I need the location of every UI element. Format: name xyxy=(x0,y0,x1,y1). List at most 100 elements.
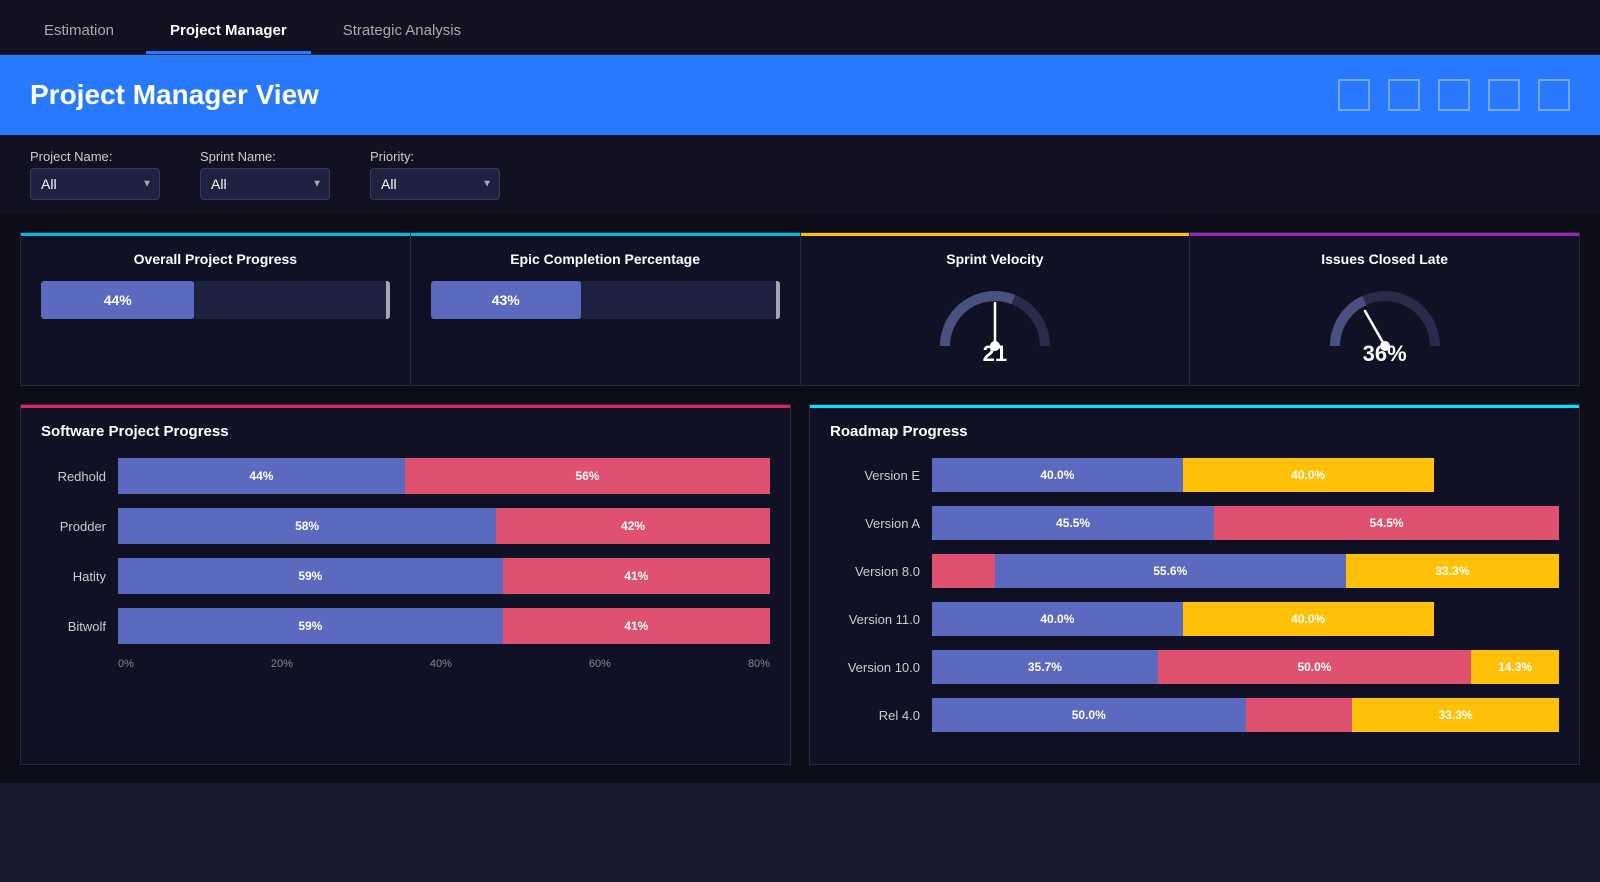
bar-seg: 45.5% xyxy=(932,506,1214,540)
table-row: Version 8.0 55.6% 33.3% xyxy=(830,554,1559,588)
x-label: 60% xyxy=(589,658,611,670)
roadmap-label: Version 10.0 xyxy=(830,660,920,675)
issues-value: 36% xyxy=(1363,341,1407,367)
priority-filter: Priority: AllOption 1Option 2 xyxy=(370,149,500,200)
kpi-issues-closed: Issues Closed Late 36% xyxy=(1190,233,1579,385)
roadmap-title: Roadmap Progress xyxy=(830,423,1559,440)
bar-seg: 40.0% xyxy=(932,458,1183,492)
tab-estimation[interactable]: Estimation xyxy=(20,10,138,54)
table-row: Version E 40.0% 40.0% xyxy=(830,458,1559,492)
velocity-gauge: 21 xyxy=(821,281,1170,367)
roadmap-bar: 50.0% 33.3% xyxy=(932,698,1559,732)
project-name-filter: Project Name: AllOption 1Option 2 xyxy=(30,149,160,200)
bar-seg: 14.3% xyxy=(1471,650,1559,684)
bar-seg: 40.0% xyxy=(932,602,1183,636)
roadmap-panel: Roadmap Progress Version E 40.0% 40.0% V… xyxy=(809,404,1580,765)
epic-progress-bar: 43% xyxy=(431,281,780,319)
priority-select[interactable]: AllOption 1Option 2 xyxy=(370,168,500,200)
software-progress-title: Software Project Progress xyxy=(41,423,770,440)
bar-seg-blue: 44% xyxy=(118,458,405,494)
table-row: Version 11.0 40.0% 40.0% xyxy=(830,602,1559,636)
roadmap-label: Version 8.0 xyxy=(830,564,920,579)
tab-project-manager[interactable]: Project Manager xyxy=(146,10,311,54)
bar-seg: 50.0% xyxy=(1158,650,1472,684)
table-row: Redhold 44% 56% xyxy=(41,458,770,494)
x-label: 80% xyxy=(748,658,770,670)
kpi-row: Overall Project Progress 44% Epic Comple… xyxy=(20,232,1580,386)
roadmap-bar: 55.6% 33.3% xyxy=(932,554,1559,588)
project-name-select[interactable]: AllOption 1Option 2 xyxy=(30,168,160,200)
software-bar-chart: Redhold 44% 56% Prodder 58% 42% Hatity xyxy=(41,458,770,670)
bar-seg-pink: 41% xyxy=(503,608,770,644)
sprint-name-select[interactable]: AllOption 1Option 2 xyxy=(200,168,330,200)
bar-label-hatity: Hatity xyxy=(41,569,106,584)
main-content: Overall Project Progress 44% Epic Comple… xyxy=(0,214,1600,783)
roadmap-label: Version 11.0 xyxy=(830,612,920,627)
bar-seg-blue: 59% xyxy=(118,558,503,594)
x-label: 20% xyxy=(271,658,293,670)
kpi-epic-title: Epic Completion Percentage xyxy=(431,251,780,267)
bar-seg xyxy=(932,554,995,588)
software-progress-panel: Software Project Progress Redhold 44% 56… xyxy=(20,404,791,765)
kpi-epic-completion: Epic Completion Percentage 43% xyxy=(411,233,801,385)
sprint-name-label: Sprint Name: xyxy=(200,149,330,164)
bar-seg xyxy=(1246,698,1353,732)
bar-seg-blue: 59% xyxy=(118,608,503,644)
overall-progress-bar: 44% xyxy=(41,281,390,319)
bar-redhold: 44% 56% xyxy=(118,458,770,494)
bar-label-prodder: Prodder xyxy=(41,519,106,534)
roadmap-label: Version A xyxy=(830,516,920,531)
table-row: Bitwolf 59% 41% xyxy=(41,608,770,644)
filters-bar: Project Name: AllOption 1Option 2 Sprint… xyxy=(0,135,1600,214)
kpi-overall-progress: Overall Project Progress 44% xyxy=(21,233,411,385)
bar-hatity: 59% 41% xyxy=(118,558,770,594)
kpi-overall-title: Overall Project Progress xyxy=(41,251,390,267)
kpi-issues-title: Issues Closed Late xyxy=(1210,251,1559,267)
banner-decoration xyxy=(1338,55,1600,135)
priority-label: Priority: xyxy=(370,149,500,164)
roadmap-bar: 40.0% 40.0% xyxy=(932,458,1559,492)
issues-gauge: 36% xyxy=(1210,281,1559,367)
sprint-name-filter: Sprint Name: AllOption 1Option 2 xyxy=(200,149,330,200)
x-label: 40% xyxy=(430,658,452,670)
table-row: Version A 45.5% 54.5% xyxy=(830,506,1559,540)
bar-label-redhold: Redhold xyxy=(41,469,106,484)
bar-seg: 55.6% xyxy=(995,554,1346,588)
table-row: Rel 4.0 50.0% 33.3% xyxy=(830,698,1559,732)
roadmap-bar: 40.0% 40.0% xyxy=(932,602,1559,636)
table-row: Prodder 58% 42% xyxy=(41,508,770,544)
kpi-velocity-title: Sprint Velocity xyxy=(821,251,1170,267)
table-row: Version 10.0 35.7% 50.0% 14.3% xyxy=(830,650,1559,684)
tabs-bar: Estimation Project Manager Strategic Ana… xyxy=(0,0,1600,55)
roadmap-bar: 45.5% 54.5% xyxy=(932,506,1559,540)
bar-seg: 33.3% xyxy=(1346,554,1559,588)
bar-seg-blue: 58% xyxy=(118,508,496,544)
kpi-sprint-velocity: Sprint Velocity 21 xyxy=(801,233,1191,385)
bar-seg: 40.0% xyxy=(1183,602,1434,636)
bar-seg: 33.3% xyxy=(1352,698,1559,732)
bar-seg-pink: 42% xyxy=(496,508,770,544)
bar-label-bitwolf: Bitwolf xyxy=(41,619,106,634)
table-row: Hatity 59% 41% xyxy=(41,558,770,594)
page-title: Project Manager View xyxy=(30,79,319,111)
bar-seg: 35.7% xyxy=(932,650,1158,684)
bar-seg-pink: 56% xyxy=(405,458,770,494)
bar-seg: 54.5% xyxy=(1214,506,1559,540)
overall-progress-fill: 44% xyxy=(41,281,194,319)
roadmap-label: Version E xyxy=(830,468,920,483)
charts-row: Software Project Progress Redhold 44% 56… xyxy=(20,404,1580,765)
bar-bitwolf: 59% 41% xyxy=(118,608,770,644)
epic-progress-fill: 43% xyxy=(431,281,581,319)
bar-seg: 40.0% xyxy=(1183,458,1434,492)
project-name-label: Project Name: xyxy=(30,149,160,164)
x-label: 0% xyxy=(118,658,134,670)
velocity-value: 21 xyxy=(983,341,1007,367)
bar-seg-pink: 41% xyxy=(503,558,770,594)
roadmap-label: Rel 4.0 xyxy=(830,708,920,723)
bar-prodder: 58% 42% xyxy=(118,508,770,544)
tab-strategic-analysis[interactable]: Strategic Analysis xyxy=(319,10,485,54)
x-axis: 0% 20% 40% 60% 80% xyxy=(118,658,770,670)
roadmap-bar: 35.7% 50.0% 14.3% xyxy=(932,650,1559,684)
header-banner: Project Manager View xyxy=(0,55,1600,135)
bar-seg: 50.0% xyxy=(932,698,1246,732)
